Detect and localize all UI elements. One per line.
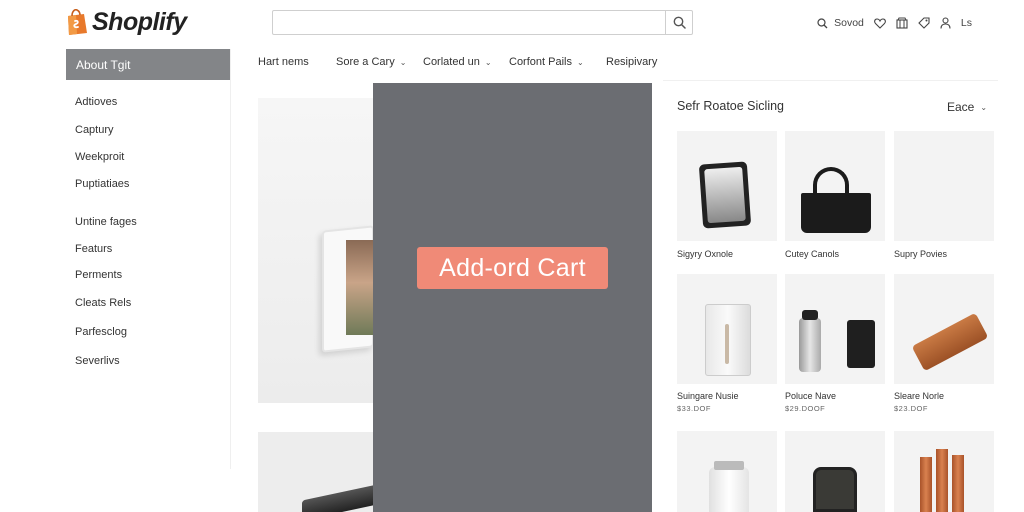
product-price: $23.DOF (894, 404, 928, 413)
product-card-image[interactable] (785, 431, 885, 512)
product-name[interactable]: Poluce Nave (785, 391, 836, 401)
shopping-bag-icon (68, 9, 87, 35)
chevron-down-icon: ⌄ (399, 57, 407, 67)
sidebar-item[interactable]: Perments (75, 269, 122, 281)
pen-image (725, 324, 729, 364)
search-icon (673, 16, 686, 29)
wallet-image (911, 312, 989, 372)
nav-item-label: Corfont Pails (509, 56, 572, 68)
header-actions: Sovod Ls (817, 14, 972, 32)
nav-item-label: Sore a Cary (336, 56, 395, 68)
nav-item[interactable]: Sore a Cary ⌄ (336, 56, 406, 68)
sidebar-item[interactable]: Puptiatiaes (75, 178, 129, 190)
phone-case-image (813, 467, 857, 512)
product-card-image[interactable] (677, 274, 777, 384)
search-button[interactable] (665, 11, 692, 34)
bottle-image (709, 467, 749, 512)
nav-item-label: Resipivary (606, 56, 658, 68)
bag-image (801, 193, 871, 233)
bottle-cap (714, 461, 744, 470)
sidebar-item[interactable]: Cleats Rels (75, 297, 131, 309)
shoplify-logo[interactable]: Shoplify (66, 6, 187, 38)
saved-link[interactable]: Sovod (817, 17, 864, 29)
search-bar (272, 10, 693, 35)
product-card-image[interactable] (785, 274, 885, 384)
results-divider (663, 80, 998, 81)
sort-dropdown[interactable]: Eace ⌄ (947, 100, 987, 114)
roll-image (952, 455, 964, 512)
bottle-image (799, 318, 821, 372)
product-card-image[interactable] (785, 131, 885, 241)
product-card-image[interactable] (677, 131, 777, 241)
roll-image (936, 449, 948, 512)
product-name[interactable]: Sleare Norle (894, 391, 944, 401)
results-title: Sefr Roatoe Sicling (677, 99, 785, 113)
nav-item[interactable]: Hart nems (258, 56, 309, 68)
product-name[interactable]: Cutey Canols (785, 249, 839, 259)
product-card-image[interactable] (894, 431, 994, 512)
device-image (847, 320, 875, 368)
add-to-cart-button[interactable]: Add-ord Cart (417, 247, 608, 289)
nav-item-label: Corlated un (423, 56, 480, 68)
product-name[interactable]: Suingare Nusie (677, 391, 739, 401)
portrait-image (704, 166, 746, 224)
sidebar-item-active[interactable]: About Tgit (66, 49, 230, 80)
sidebar-item[interactable]: Severlivs (75, 355, 120, 367)
sidebar-item[interactable]: Captury (75, 124, 114, 136)
overlay-panel (373, 83, 652, 512)
tag-icon[interactable] (918, 17, 930, 29)
sidebar-item[interactable]: Featurs (75, 243, 112, 255)
nav-item[interactable]: Resipivary (606, 56, 657, 68)
chevron-down-icon: ⌄ (576, 57, 584, 67)
product-price: $29.DOOF (785, 404, 826, 413)
search-input[interactable] (273, 11, 667, 34)
sidebar-item[interactable]: Adtioves (75, 96, 117, 108)
nav-item[interactable]: Corlated un ⌄ (423, 56, 492, 68)
product-name[interactable]: Sigyry Oxnole (677, 249, 733, 259)
product-price: $33.DOF (677, 404, 711, 413)
product-card-image[interactable] (894, 274, 994, 384)
nav-item[interactable]: Corfont Pails ⌄ (509, 56, 584, 68)
product-name[interactable]: Supry Povies (894, 249, 947, 259)
product-card-image[interactable] (894, 131, 994, 241)
bottle-cap (802, 310, 818, 320)
sidebar-item[interactable]: Parfesclog (75, 326, 127, 338)
search-icon (817, 17, 828, 28)
sidebar-item[interactable]: Untine fages (75, 216, 137, 228)
saved-label: Sovod (834, 17, 864, 29)
chevron-down-icon: ⌄ (980, 102, 988, 112)
portrait-image (346, 240, 376, 335)
store-icon[interactable] (896, 17, 908, 29)
sort-label: Eace (947, 100, 975, 114)
product-card-image[interactable] (677, 431, 777, 512)
account-label[interactable]: Ls (961, 17, 972, 29)
sidebar-divider (230, 49, 231, 469)
heart-icon[interactable] (874, 17, 886, 29)
roll-image (920, 457, 932, 512)
sidebar-item[interactable]: Weekproit (75, 151, 124, 163)
chevron-down-icon: ⌄ (484, 57, 492, 67)
brand-name: Shoplify (92, 7, 187, 36)
nav-item-label: Hart nems (258, 56, 309, 68)
user-icon[interactable] (940, 17, 951, 29)
